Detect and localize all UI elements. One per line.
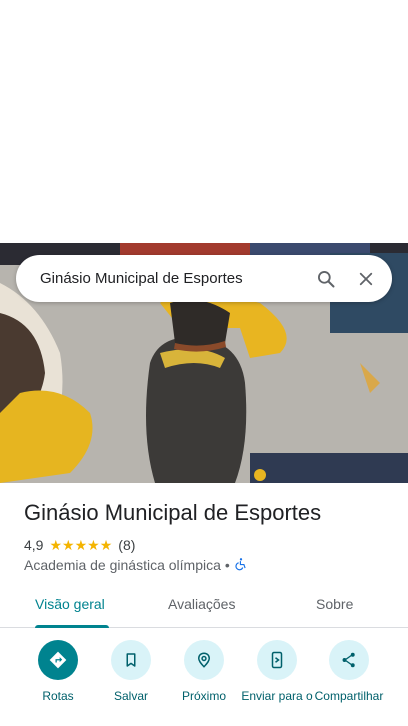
nearby-button[interactable]: Próximo xyxy=(166,640,242,703)
separator: • xyxy=(224,557,230,573)
tab-bar: Visão geral Avaliações Sobre xyxy=(0,582,408,628)
action-bar: Rotas Salvar Próximo Enviar para o Compa… xyxy=(0,640,408,726)
share-label: Compartilhar xyxy=(314,689,384,703)
tab-overview[interactable]: Visão geral xyxy=(35,596,105,612)
send-to-phone-icon xyxy=(257,640,297,680)
send-to-phone-label: Enviar para o xyxy=(241,689,313,703)
nearby-icon xyxy=(184,640,224,680)
save-label: Salvar xyxy=(113,689,148,703)
star-icon: ★ xyxy=(99,537,113,553)
rating-row[interactable]: 4,9 ★ ★ ★ ★ ★ (8) xyxy=(24,536,135,554)
directions-label: Rotas xyxy=(42,689,74,703)
tab-reviews[interactable]: Avaliações xyxy=(168,596,235,612)
search-input[interactable]: Ginásio Municipal de Esportes xyxy=(40,270,306,287)
review-count: (8) xyxy=(118,537,136,553)
place-title: Ginásio Municipal de Esportes xyxy=(24,500,322,525)
nearby-label: Próximo xyxy=(181,689,226,703)
directions-button[interactable]: Rotas xyxy=(20,640,96,703)
save-button[interactable]: Salvar xyxy=(93,640,169,703)
rating-stars: ★ ★ ★ ★ ★ xyxy=(49,538,112,552)
search-bar[interactable]: Ginásio Municipal de Esportes xyxy=(16,255,392,302)
wheelchair-icon xyxy=(234,557,248,574)
rating-value: 4,9 xyxy=(24,537,44,553)
share-button[interactable]: Compartilhar xyxy=(311,640,387,703)
search-icon[interactable] xyxy=(306,259,346,299)
share-icon xyxy=(329,640,369,680)
category-row: Academia de ginástica olímpica • xyxy=(24,556,248,574)
bookmark-icon xyxy=(111,640,151,680)
close-icon[interactable] xyxy=(346,259,386,299)
place-category: Academia de ginástica olímpica xyxy=(24,557,221,573)
star-icon: ★ xyxy=(49,537,63,553)
star-icon: ★ xyxy=(62,537,75,553)
tab-about[interactable]: Sobre xyxy=(316,596,353,612)
star-icon: ★ xyxy=(74,537,88,553)
star-icon: ★ xyxy=(87,537,100,553)
send-to-phone-button[interactable]: Enviar para o xyxy=(239,640,315,703)
directions-icon xyxy=(38,640,78,680)
map-area[interactable] xyxy=(0,0,408,243)
active-tab-indicator xyxy=(35,625,109,628)
